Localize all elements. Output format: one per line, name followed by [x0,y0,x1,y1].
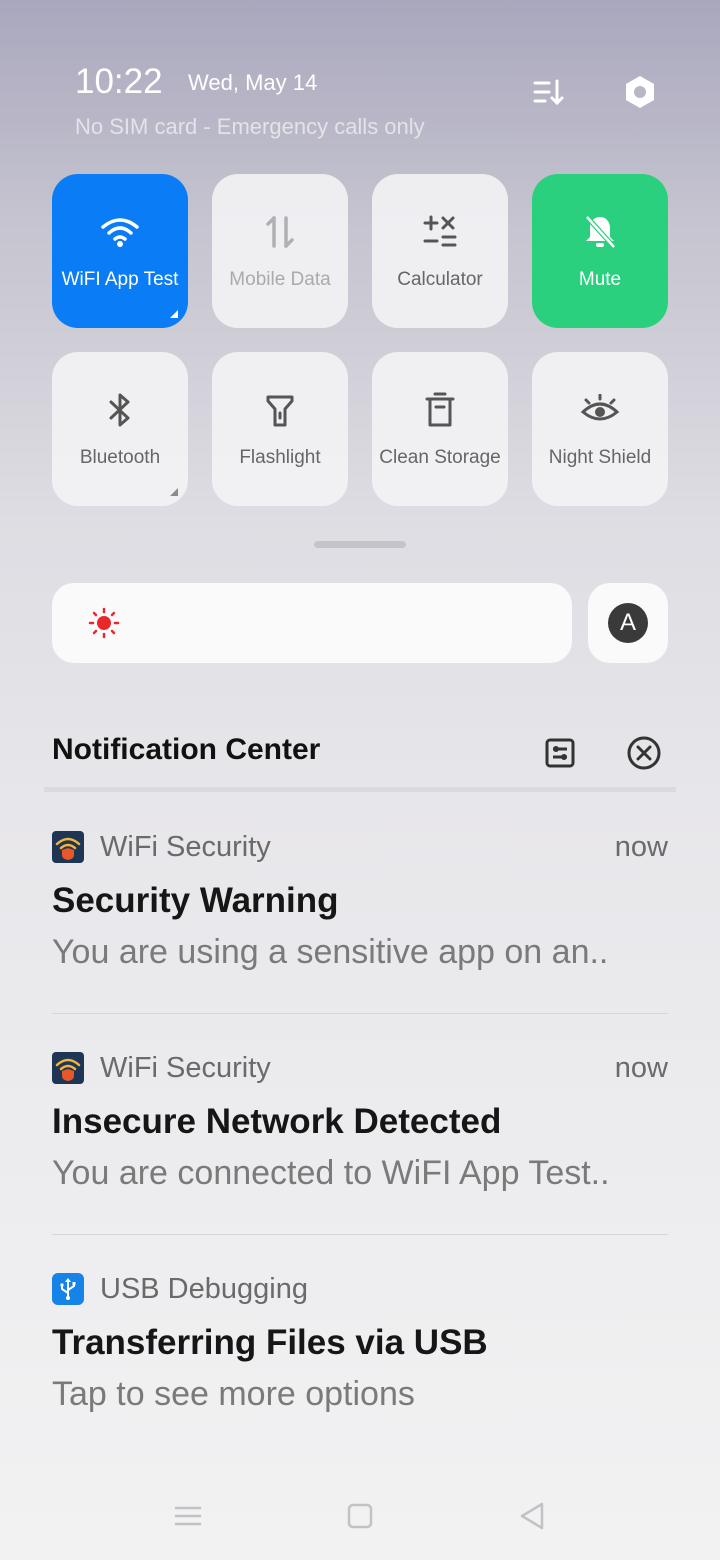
tile-night-shield-label: Night Shield [548,447,652,468]
back-icon[interactable] [510,1494,554,1538]
tile-mute-label: Mute [578,269,622,290]
settings-icon[interactable] [618,70,662,114]
notification-card[interactable]: WiFi Security now Insecure Network Detec… [52,1050,668,1193]
tile-mobile-data-label: Mobile Data [229,269,331,290]
tile-clean-storage-label: Clean Storage [379,447,501,468]
expand-corner-icon [170,488,178,496]
calculator-icon [418,210,462,254]
divider [52,1013,668,1014]
tile-calculator-label: Calculator [397,269,483,290]
notification-body: You are using a sensitive app on an.. [52,933,609,971]
notification-body: You are connected to WiFI App Test.. [52,1154,610,1192]
clock: 10:22 [75,62,163,101]
notification-title: Transferring Files via USB [52,1323,488,1362]
sort-notifications-icon[interactable] [526,70,570,114]
clean-storage-icon [418,388,462,432]
brightness-slider[interactable] [52,583,572,663]
clear-all-icon[interactable] [622,731,666,775]
notification-app-name: WiFi Security [100,1051,271,1084]
home-icon[interactable] [338,1494,382,1538]
divider [52,1234,668,1235]
tile-bluetooth[interactable]: Bluetooth [52,352,188,506]
usb-icon [52,1273,84,1305]
notification-app-name: USB Debugging [100,1272,308,1305]
notification-time: now [614,1051,668,1084]
notification-title: Security Warning [52,881,339,920]
eye-icon [578,388,622,432]
notification-manage-icon[interactable] [538,731,582,775]
flashlight-icon [258,388,302,432]
notification-time: now [614,830,668,863]
bluetooth-icon [98,388,142,432]
drag-handle[interactable] [314,541,406,548]
tile-flashlight[interactable]: Flashlight [212,352,348,506]
date: Wed, May 14 [188,70,318,95]
tile-clean-storage[interactable]: Clean Storage [372,352,508,506]
tile-calculator[interactable]: Calculator [372,174,508,328]
tile-wifi[interactable]: WiFI App Test [52,174,188,328]
notification-app-name: WiFi Security [100,830,271,863]
tile-flashlight-label: Flashlight [239,447,321,468]
tile-mobile-data[interactable]: Mobile Data [212,174,348,328]
auto-brightness-label: A [608,603,648,643]
wifi-security-app-icon [52,831,84,863]
expand-corner-icon [170,310,178,318]
notification-card[interactable]: WiFi Security now Security Warning You a… [52,829,668,972]
auto-brightness-button[interactable]: A [588,583,668,663]
bell-off-icon [578,210,622,254]
tile-night-shield[interactable]: Night Shield [532,352,668,506]
sun-icon [88,607,120,639]
wifi-security-app-icon [52,1052,84,1084]
wifi-icon [98,210,142,254]
tile-wifi-label: WiFI App Test [61,269,179,290]
navigation-bar [0,1470,720,1560]
notification-title: Insecure Network Detected [52,1102,502,1141]
divider [44,787,676,792]
notification-card[interactable]: USB Debugging Transferring Files via USB… [52,1271,668,1414]
mobile-data-icon [258,210,302,254]
notification-center-title: Notification Center [52,733,321,766]
carrier-status: No SIM card - Emergency calls only [75,114,425,139]
menu-icon[interactable] [166,1494,210,1538]
notification-body: Tap to see more options [52,1375,415,1413]
tile-bluetooth-label: Bluetooth [79,447,161,468]
tile-mute[interactable]: Mute [532,174,668,328]
